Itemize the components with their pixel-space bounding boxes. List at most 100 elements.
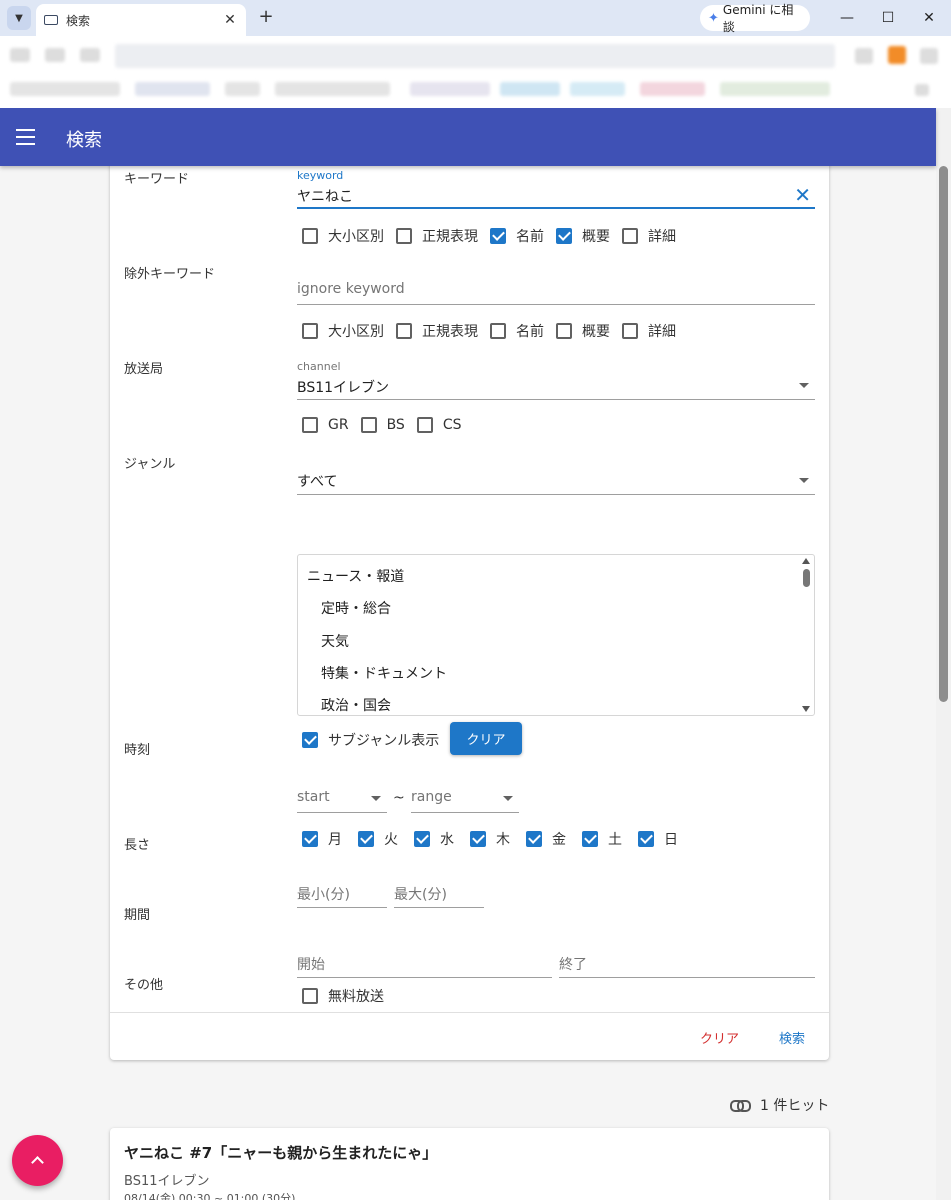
- scroll-top-button[interactable]: [12, 1135, 63, 1186]
- browser-tab-active[interactable]: 検索 ✕: [36, 4, 246, 36]
- channel-select[interactable]: channel BS11イレブン: [297, 359, 815, 400]
- gemini-button[interactable]: ✦ Gemini に相談: [700, 3, 810, 34]
- checkbox-box[interactable]: [302, 988, 318, 1004]
- checkbox-box[interactable]: [360, 417, 377, 433]
- checkbox-box[interactable]: [556, 323, 572, 339]
- genre-list-item[interactable]: 定時・総合: [321, 598, 391, 618]
- page-content: 検索 キーワード keyword ヤニねこ ✕ 大小区別 正規表現 名前 概要 …: [0, 108, 951, 1200]
- checkbox-label: 名前: [516, 324, 544, 340]
- genre-list-item[interactable]: 天気: [321, 631, 349, 651]
- maximize-button[interactable]: ☐: [873, 6, 903, 30]
- genre-select[interactable]: すべて: [297, 460, 815, 495]
- blurred-bookmark: [640, 82, 705, 96]
- result-item[interactable]: ヤニねこ #7「ニャーも親から生まれたにゃ」 BS11イレブン 08/14(金)…: [110, 1128, 829, 1200]
- tab-close-icon[interactable]: ✕: [222, 12, 238, 28]
- keyword-description-checkbox[interactable]: 概要: [556, 226, 610, 246]
- checkbox-box[interactable]: [396, 323, 412, 339]
- keyword-case-checkbox[interactable]: 大小区別: [302, 226, 384, 246]
- keyword-input[interactable]: ヤニねこ: [297, 186, 353, 206]
- checkbox-box[interactable]: [414, 831, 430, 847]
- checkbox-box[interactable]: [622, 323, 638, 339]
- weekday-wed-checkbox[interactable]: 水: [414, 829, 454, 849]
- blurred-url[interactable]: [115, 44, 835, 68]
- genre-list-item[interactable]: ニュース・報道: [307, 566, 404, 586]
- weekday-tue-checkbox[interactable]: 火: [358, 829, 398, 849]
- result-title[interactable]: ヤニねこ #7「ニャーも親から生まれたにゃ」: [124, 1142, 437, 1163]
- triangle-up-icon[interactable]: [802, 558, 810, 564]
- weekday-fri-checkbox[interactable]: 金: [526, 829, 566, 849]
- keyword-name-checkbox[interactable]: 名前: [490, 226, 544, 246]
- length-min-input[interactable]: 最小(分): [297, 873, 387, 908]
- weekday-mon-checkbox[interactable]: 月: [302, 829, 342, 849]
- time-start-value: start: [297, 789, 330, 805]
- ignore-description-checkbox[interactable]: 概要: [556, 321, 610, 341]
- ignore-regex-checkbox[interactable]: 正規表現: [396, 321, 478, 341]
- cs-checkbox[interactable]: CS: [416, 417, 462, 433]
- checkbox-box[interactable]: [526, 831, 542, 847]
- ignore-case-checkbox[interactable]: 大小区別: [302, 321, 384, 341]
- ignore-extended-checkbox[interactable]: 詳細: [622, 321, 676, 341]
- keyword-regex-checkbox[interactable]: 正規表現: [396, 226, 478, 246]
- ignore-keyword-input[interactable]: ignore keyword: [297, 281, 405, 297]
- channel-type-options: GR BS CS: [302, 417, 474, 433]
- checkbox-box[interactable]: [556, 228, 572, 244]
- other-row-label: その他: [124, 978, 164, 993]
- hamburger-icon[interactable]: [16, 129, 35, 145]
- checkbox-box[interactable]: [302, 831, 318, 847]
- new-tab-button[interactable]: +: [255, 6, 277, 28]
- length-max-placeholder: 最大(分): [394, 887, 447, 903]
- checkbox-box[interactable]: [470, 831, 486, 847]
- period-start-input[interactable]: 開始: [297, 943, 552, 978]
- link-icon[interactable]: [730, 1100, 751, 1112]
- bs-checkbox[interactable]: BS: [360, 417, 405, 433]
- genre-list-item[interactable]: 特集・ドキュメント: [321, 663, 447, 683]
- form-search-button[interactable]: 検索: [779, 1028, 805, 1047]
- checkbox-box[interactable]: [416, 417, 433, 433]
- keyword-field[interactable]: keyword ヤニねこ ✕: [297, 167, 815, 209]
- gemini-label: Gemini に相談: [722, 3, 794, 34]
- checkbox-box[interactable]: [622, 228, 638, 244]
- genre-clear-button[interactable]: クリア: [450, 722, 522, 755]
- checkbox-box[interactable]: [302, 228, 318, 244]
- ignore-name-checkbox[interactable]: 名前: [490, 321, 544, 341]
- form-clear-button[interactable]: クリア: [700, 1028, 739, 1047]
- close-icon[interactable]: ✕: [794, 185, 811, 205]
- free-broadcast-checkbox[interactable]: 無料放送: [302, 986, 384, 1006]
- hit-count-text: 1 件ヒット: [760, 1098, 830, 1114]
- subgenre-checkbox[interactable]: サブジャンル表示: [302, 730, 439, 750]
- length-min-placeholder: 最小(分): [297, 887, 350, 903]
- time-range-select[interactable]: range: [411, 778, 519, 813]
- page-scrollbar-thumb[interactable]: [939, 166, 948, 702]
- checkbox-box[interactable]: [490, 228, 506, 244]
- checkbox-box[interactable]: [302, 732, 318, 748]
- genre-list[interactable]: ニュース・報道 定時・総合 天気 特集・ドキュメント 政治・国会: [297, 554, 815, 716]
- result-time: 08/14(金) 00:30 ~ 01:00 (30分): [124, 1192, 296, 1200]
- gr-checkbox[interactable]: GR: [302, 417, 349, 433]
- keyword-extended-checkbox[interactable]: 詳細: [622, 226, 676, 246]
- checkbox-box[interactable]: [490, 323, 506, 339]
- triangle-down-icon[interactable]: [802, 706, 810, 712]
- minimize-button[interactable]: —: [832, 6, 862, 30]
- checkbox-box[interactable]: [582, 831, 598, 847]
- checkbox-box[interactable]: [638, 831, 654, 847]
- tab-search-button[interactable]: ▼: [7, 6, 31, 30]
- blurred-region: [80, 48, 100, 62]
- checkbox-label: 詳細: [648, 324, 676, 340]
- checkbox-box[interactable]: [302, 323, 318, 339]
- blurred-extension: [888, 46, 906, 64]
- time-start-select[interactable]: start: [297, 778, 387, 813]
- genre-list-scroll-thumb[interactable]: [803, 569, 810, 587]
- close-window-button[interactable]: ✕: [914, 6, 944, 30]
- checkbox-box[interactable]: [302, 417, 318, 433]
- weekday-sat-checkbox[interactable]: 土: [582, 829, 622, 849]
- period-end-input[interactable]: 終了: [559, 943, 815, 978]
- weekday-sun-checkbox[interactable]: 日: [638, 829, 678, 849]
- length-max-input[interactable]: 最大(分): [394, 873, 484, 908]
- blurred-region: [855, 48, 873, 64]
- genre-list-item[interactable]: 政治・国会: [321, 695, 391, 715]
- ignore-keyword-field[interactable]: ignore keyword: [297, 270, 815, 305]
- weekday-thu-checkbox[interactable]: 木: [470, 829, 510, 849]
- checkbox-box[interactable]: [358, 831, 374, 847]
- checkbox-box[interactable]: [396, 228, 412, 244]
- channel-row-label: 放送局: [124, 362, 164, 377]
